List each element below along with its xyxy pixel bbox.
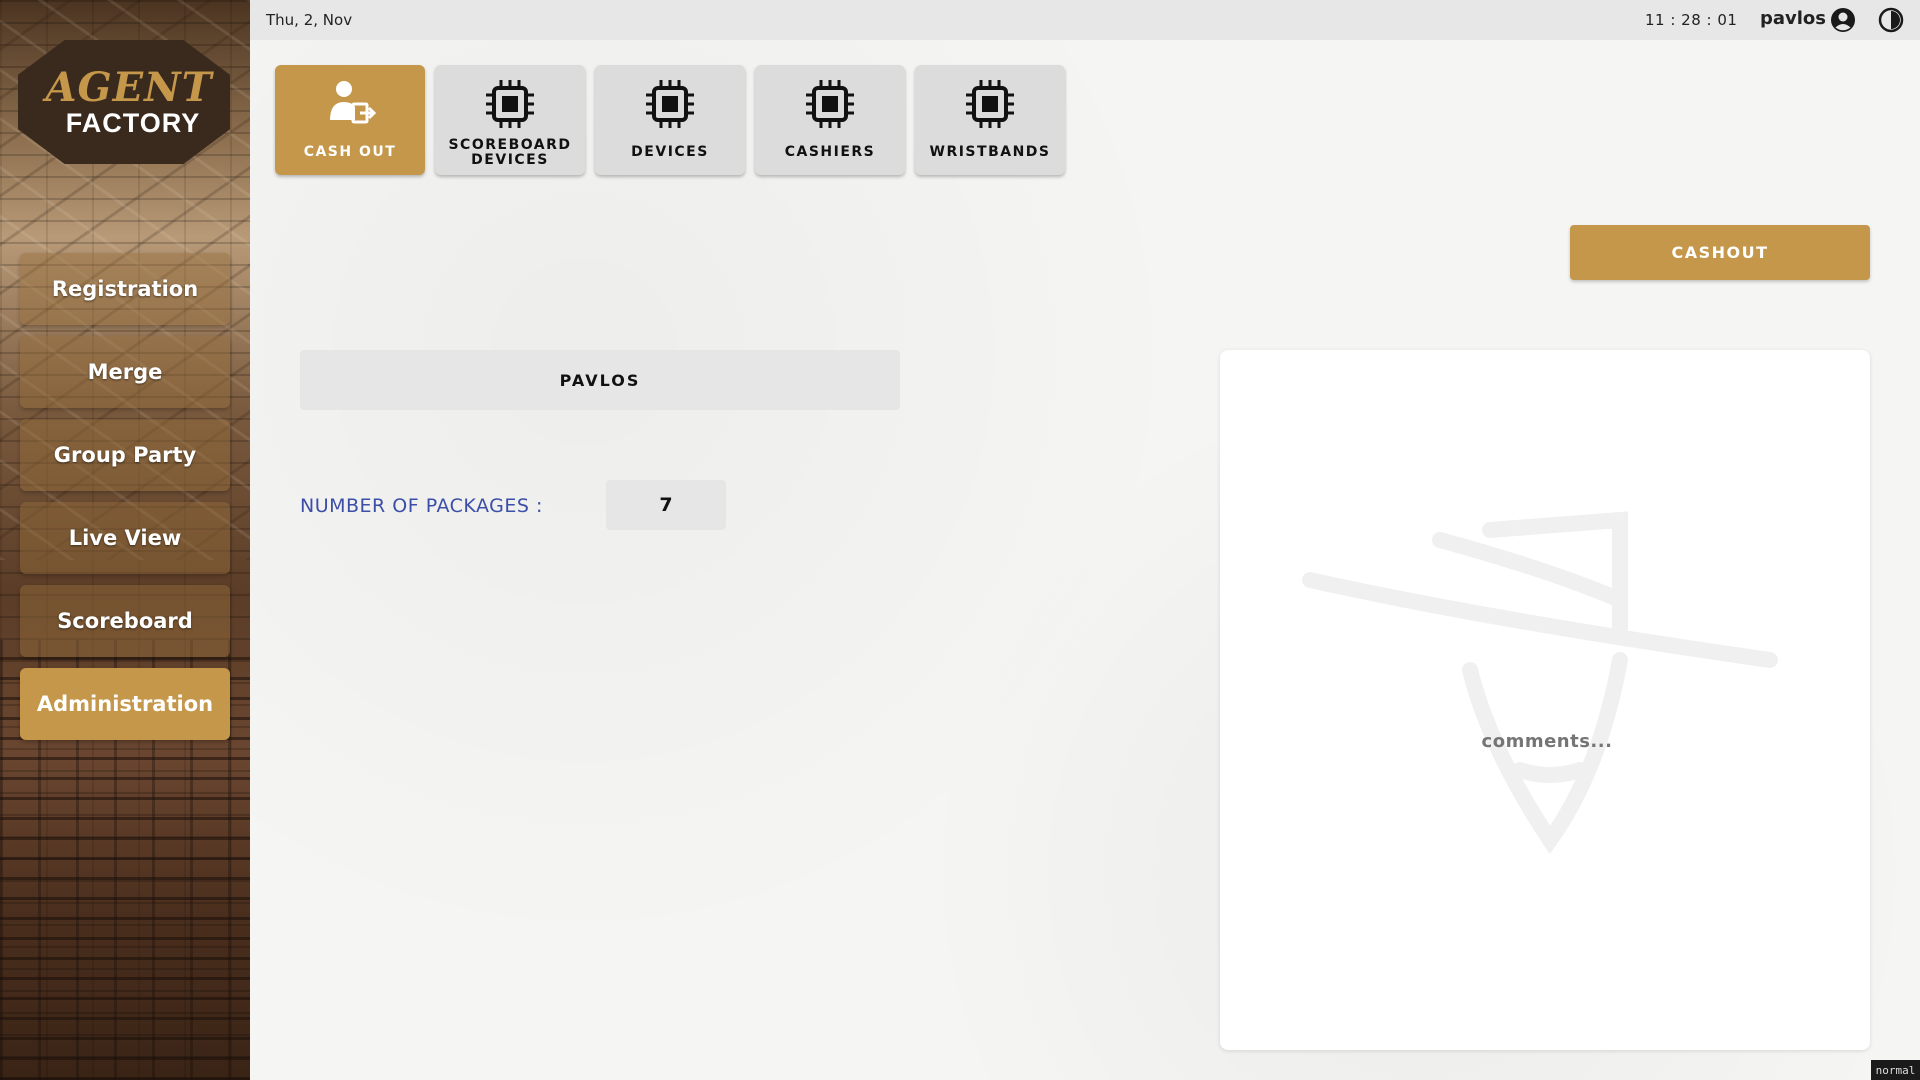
logo-text-agent: AGENT: [45, 64, 213, 111]
logo-text-factory: FACTORY: [65, 108, 201, 138]
admin-tabs: CASH OUT SCOREBOARD DEVICES DEVICES CASH…: [275, 65, 1075, 175]
user-circle-icon[interactable]: [1830, 7, 1856, 33]
comments-panel[interactable]: [1220, 350, 1870, 1050]
chip-icon: [806, 80, 854, 128]
tab-label: DEVICES: [631, 144, 709, 160]
chip-icon: [966, 80, 1014, 128]
sidebar-item-registration[interactable]: Registration: [20, 253, 230, 325]
comments-input[interactable]: [1220, 730, 1870, 753]
user-exit-icon: [330, 81, 377, 124]
current-date: Thu, 2, Nov: [266, 11, 353, 29]
tab-label: WRISTBANDS: [929, 144, 1051, 160]
cashout-button[interactable]: CASHOUT: [1570, 225, 1870, 280]
sidebar-item-group-party[interactable]: Group Party: [20, 419, 230, 491]
theme-contrast-icon[interactable]: [1878, 7, 1904, 33]
sidebar-nav: Registration Merge Group Party Live View…: [20, 253, 230, 751]
tab-label: SCOREBOARD DEVICES: [435, 138, 585, 168]
sidebar-item-live-view[interactable]: Live View: [20, 502, 230, 574]
sidebar-item-merge[interactable]: Merge: [20, 336, 230, 408]
agent-factory-logo[interactable]: AGENT FACTORY: [18, 40, 230, 164]
tab-label: CASH OUT: [303, 144, 397, 160]
current-time: 11 : 28 : 01: [1645, 11, 1738, 29]
chip-icon: [486, 80, 534, 128]
tab-label-line2: DEVICES: [471, 152, 549, 168]
tab-scoreboard-devices[interactable]: SCOREBOARD DEVICES: [435, 65, 585, 175]
mode-indicator: normal: [1871, 1060, 1920, 1080]
main-content: CASH OUT SCOREBOARD DEVICES DEVICES CASH…: [250, 40, 1920, 1080]
sidebar-item-administration[interactable]: Administration: [20, 668, 230, 740]
tab-label-line1: SCOREBOARD: [448, 137, 572, 153]
tab-wristbands[interactable]: WRISTBANDS: [915, 65, 1065, 175]
tab-cash-out[interactable]: CASH OUT: [275, 65, 425, 175]
sidebar: AGENT FACTORY Registration Merge Group P…: [0, 0, 250, 1080]
packages-value[interactable]: 7: [606, 480, 726, 530]
sidebar-item-scoreboard[interactable]: Scoreboard: [20, 585, 230, 657]
top-bar: Thu, 2, Nov 11 : 28 : 01 pavlos: [250, 0, 1920, 40]
tab-cashiers[interactable]: CASHIERS: [755, 65, 905, 175]
agent-face-watermark-icon: [1302, 511, 1778, 855]
chip-icon: [646, 80, 694, 128]
packages-label: NUMBER OF PACKAGES :: [300, 495, 543, 517]
tab-label: CASHIERS: [784, 144, 876, 160]
tab-devices[interactable]: DEVICES: [595, 65, 745, 175]
username-label[interactable]: pavlos: [1760, 8, 1826, 29]
player-name-field[interactable]: PAVLOS: [300, 350, 900, 410]
